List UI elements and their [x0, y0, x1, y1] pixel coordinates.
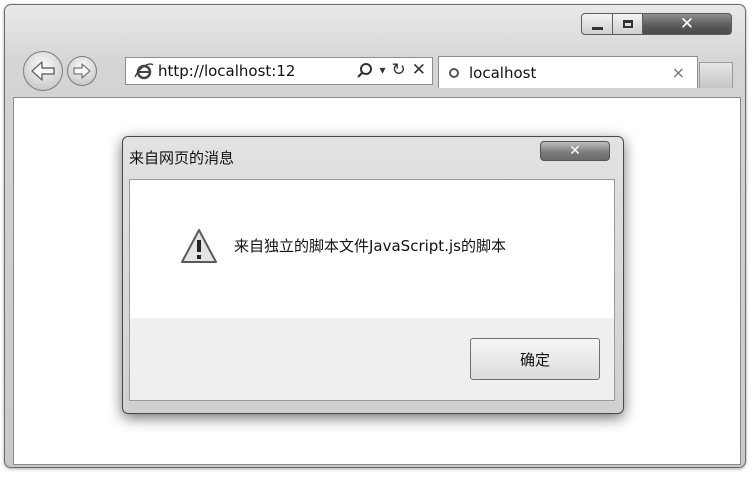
maximize-button[interactable] — [612, 13, 643, 35]
back-arrow-icon — [31, 61, 55, 81]
close-icon: ✕ — [569, 143, 581, 159]
dialog-body: 来自独立的脚本文件JavaScript.js的脚本 确定 — [129, 179, 615, 401]
warning-icon — [181, 229, 217, 263]
ie-logo-icon — [134, 63, 154, 80]
forward-arrow-icon — [73, 63, 91, 79]
tab-title: localhost — [469, 64, 537, 82]
new-tab-button[interactable] — [699, 62, 733, 88]
tab-localhost[interactable]: localhost × — [438, 56, 698, 88]
minimize-icon — [591, 26, 603, 30]
url-text: http://localhost:12 — [158, 62, 296, 80]
forward-button[interactable] — [67, 56, 97, 86]
search-icon[interactable] — [357, 62, 373, 78]
ok-button[interactable]: 确定 — [470, 338, 600, 380]
dialog-message: 来自独立的脚本文件JavaScript.js的脚本 — [234, 237, 506, 255]
dropdown-chevron-icon[interactable]: ▾ — [379, 63, 385, 77]
loading-icon — [449, 68, 459, 78]
address-bar[interactable]: http://localhost:12 ▾ ↻ ✕ — [125, 57, 433, 85]
back-button[interactable] — [23, 51, 63, 91]
refresh-icon[interactable]: ↻ — [392, 60, 406, 80]
close-icon: ✕ — [679, 13, 695, 34]
stop-icon[interactable]: ✕ — [412, 60, 426, 80]
maximize-icon — [622, 20, 633, 28]
minimize-button[interactable] — [581, 13, 613, 35]
alert-dialog: 来自网页的消息 ✕ 来自独立的脚本文件JavaScript.js的脚本 确定 — [122, 136, 624, 414]
window-close-button[interactable]: ✕ — [642, 13, 732, 35]
tab-close-icon[interactable]: × — [672, 63, 685, 82]
dialog-close-button[interactable]: ✕ — [540, 141, 610, 161]
dialog-title: 来自网页的消息 — [129, 149, 235, 167]
address-tools: ▾ ↻ ✕ — [357, 60, 426, 80]
